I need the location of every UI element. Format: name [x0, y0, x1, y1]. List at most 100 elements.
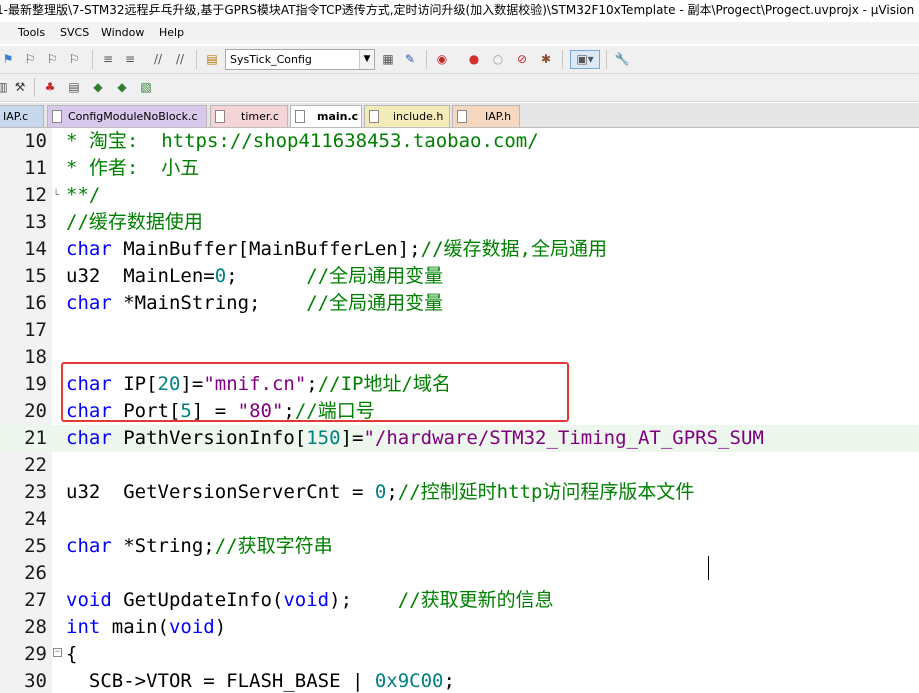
code-line[interactable]: 24: [0, 506, 919, 533]
toolbar-separator: [606, 50, 607, 69]
breakpoint-kill-all-icon[interactable]: ✱: [538, 51, 554, 67]
bookmark-prev-icon[interactable]: ⚐: [22, 51, 38, 67]
file-icon: [295, 110, 305, 123]
software-pack-icon[interactable]: ▧: [138, 79, 154, 95]
code-token: //全局通用变量: [306, 265, 444, 287]
code-token: //获取字符串: [214, 535, 333, 557]
code-token: //控制延时http访问程序版本文件: [397, 481, 695, 503]
code-token: char: [66, 292, 112, 314]
code-token: 150: [306, 427, 341, 449]
breakpoint-disable-icon[interactable]: ○: [490, 51, 506, 67]
breakpoint-kill-icon[interactable]: ⊘: [514, 51, 530, 67]
uncomment-icon[interactable]: //: [172, 51, 188, 67]
code-token: *String;: [111, 535, 215, 557]
code-text: u32 GetVersionServerCnt = 0;//控制延时http访问…: [66, 479, 694, 506]
code-line[interactable]: 11 * 作者: 小五: [0, 155, 919, 182]
debug-session-icon[interactable]: ◉: [434, 51, 450, 67]
code-text: **/: [66, 182, 100, 209]
toolbar-separator: [196, 50, 197, 69]
code-token: GetUpdateInfo(: [111, 589, 284, 611]
code-line[interactable]: 23 u32 GetVersionServerCnt = 0;//控制延时http…: [0, 479, 919, 506]
line-number: 17: [24, 319, 47, 341]
pack-installer-icon[interactable]: ◆: [90, 79, 106, 95]
menu-svcs[interactable]: SVCS: [56, 22, 93, 44]
toolbar-separator: [92, 50, 93, 69]
tab-label: timer.c: [241, 110, 279, 123]
code-token: 0: [214, 265, 227, 287]
code-line[interactable]: 29 {: [0, 641, 919, 668]
tab-iap-c[interactable]: IAP.c: [0, 105, 44, 127]
code-line[interactable]: 13 //缓存数据使用: [0, 209, 919, 236]
find-combo[interactable]: SysTick_Config ▼: [225, 49, 375, 70]
code-line[interactable]: 15 u32 MainLen=0; //全局通用变量: [0, 263, 919, 290]
code-line[interactable]: 25 char *String;//获取字符串: [0, 533, 919, 560]
code-text: * 作者: 小五: [66, 155, 199, 182]
breakpoint-icon[interactable]: ●: [466, 51, 482, 67]
window-layout-icon[interactable]: ▣▾: [570, 50, 600, 69]
menu-help[interactable]: Help: [155, 22, 188, 44]
code-line[interactable]: 10 * 淘宝: https://shop411638453.taobao.com…: [0, 128, 919, 155]
code-line[interactable]: 12 **/: [0, 182, 919, 209]
tab-label: ConfigModuleNoBlock.c: [68, 110, 198, 123]
bookmark-clear-icon[interactable]: ⚐: [66, 51, 82, 67]
code-line[interactable]: 22: [0, 452, 919, 479]
window-title: 1-最新整理版\7-STM32远程乒乓升级,基于GPRS模块AT指令TCP透传方…: [0, 3, 915, 17]
code-text: char *String;//获取字符串: [66, 533, 333, 560]
code-line[interactable]: 27 void GetUpdateInfo(void); //获取更新的信息: [0, 587, 919, 614]
code-text: void GetUpdateInfo(void); //获取更新的信息: [66, 587, 554, 614]
options-icon[interactable]: ⚒: [12, 79, 28, 95]
code-text: char PathVersionInfo[150]="/hardware/STM…: [66, 425, 764, 452]
line-number: 27: [24, 589, 47, 611]
tab-label: main.c: [317, 110, 359, 123]
tab-main-c[interactable]: main.c: [290, 105, 362, 127]
code-line[interactable]: 21 char PathVersionInfo[150]="/hardware/S…: [0, 425, 919, 452]
find-icon[interactable]: ▦: [380, 51, 396, 67]
comment-icon[interactable]: //: [150, 51, 166, 67]
line-number: 11: [24, 157, 47, 179]
configure-icon[interactable]: 🔧: [614, 51, 630, 67]
line-number: 26: [24, 562, 47, 584]
code-token: *MainString;: [111, 292, 307, 314]
bookmark-icon[interactable]: ⚑: [0, 51, 16, 67]
menu-tools[interactable]: Tools: [14, 22, 49, 44]
line-number: 21: [24, 427, 47, 449]
code-token: void: [283, 589, 330, 611]
tab-include-h[interactable]: include.h: [364, 105, 450, 127]
line-number: 30: [24, 670, 47, 692]
incremental-find-icon[interactable]: ✎: [402, 51, 418, 67]
menu-window[interactable]: Window: [97, 22, 148, 44]
build-icon[interactable]: ▥: [0, 79, 10, 95]
line-number: 14: [24, 238, 47, 260]
code-line[interactable]: 16 char *MainString; //全局通用变量: [0, 290, 919, 317]
code-text: char MainBuffer[MainBufferLen];//缓存数据,全局…: [66, 236, 607, 263]
tab-iap-h[interactable]: IAP.h: [452, 105, 520, 127]
indent-icon[interactable]: ≡: [100, 51, 116, 67]
toolbar-separator: [562, 50, 563, 69]
code-token: PathVersionInfo[: [111, 427, 307, 449]
code-line[interactable]: 26: [0, 560, 919, 587]
code-text: * 淘宝: https://shop411638453.taobao.com/: [66, 128, 539, 155]
tab-configmodulenoblock-c[interactable]: ConfigModuleNoBlock.c: [47, 105, 207, 127]
code-line[interactable]: 30 SCB->VTOR = FLASH_BASE | 0x9C00;: [0, 668, 919, 693]
code-token: //全局通用变量: [306, 292, 444, 314]
code-line[interactable]: 14 char MainBuffer[MainBufferLen];//缓存数据,…: [0, 236, 919, 263]
unindent-icon[interactable]: ≡: [122, 51, 138, 67]
code-line[interactable]: 28 int main(void): [0, 614, 919, 641]
code-token: ;: [226, 265, 307, 287]
code-line[interactable]: 17: [0, 317, 919, 344]
tab-label: IAP.c: [3, 110, 29, 123]
code-token: * 淘宝: https://shop411638453.taobao.com/: [66, 130, 539, 152]
manage-project-icon[interactable]: ♣: [42, 79, 58, 95]
bookmark-next-icon[interactable]: ⚐: [44, 51, 60, 67]
code-token: ): [214, 616, 227, 638]
code-token: ;: [386, 481, 398, 503]
tab-timer-c[interactable]: timer.c: [210, 105, 288, 127]
chevron-down-icon[interactable]: ▼: [359, 50, 374, 69]
run-time-environment-icon[interactable]: ◆: [114, 79, 130, 95]
fold-collapse-icon[interactable]: −: [53, 648, 62, 657]
highlight-annotation-box: [61, 362, 569, 422]
line-number: 23: [24, 481, 47, 503]
find-in-files-icon[interactable]: ▤: [204, 51, 220, 67]
select-packs-icon[interactable]: ▤: [66, 79, 82, 95]
code-token: "/hardware/STM32_Timing_AT_GPRS_SUM: [363, 427, 764, 449]
